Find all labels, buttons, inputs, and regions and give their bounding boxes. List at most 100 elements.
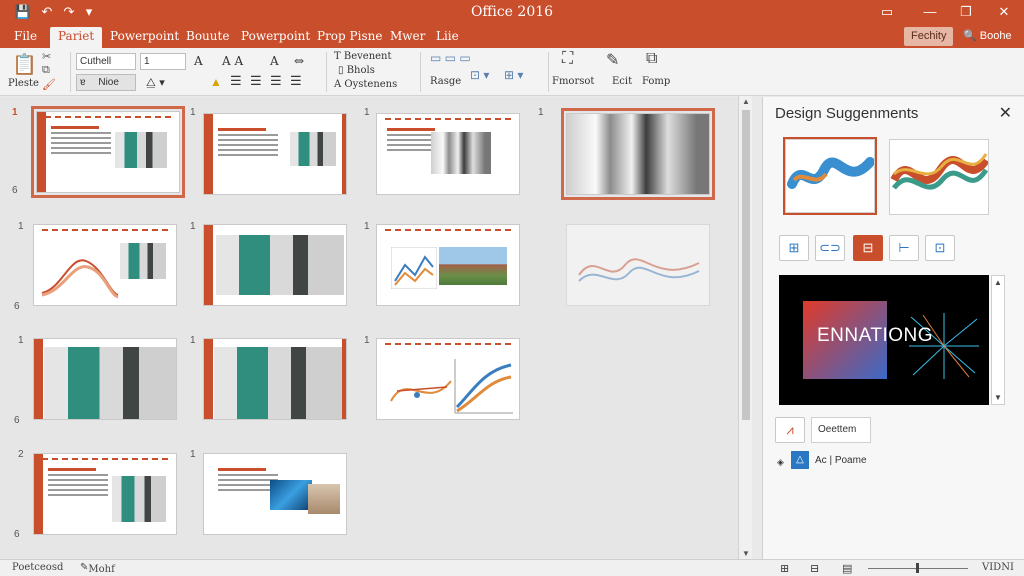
select-icon[interactable]: ⧉: [646, 50, 657, 68]
notes-button[interactable]: ✎ Mohf: [80, 562, 115, 575]
slide-photo: [439, 247, 507, 285]
design-preview[interactable]: ENNATIONG: [779, 275, 989, 405]
slide-accent: [34, 454, 43, 534]
slide-thumbnail[interactable]: [376, 224, 520, 306]
clear-format-icon[interactable]: A: [270, 54, 279, 68]
scroll-up-icon[interactable]: ▲: [739, 97, 753, 106]
sorter-scrollbar[interactable]: ▲ ▼: [738, 96, 752, 559]
share-button[interactable]: 🔍 Boohe: [956, 27, 1019, 46]
slide-thumbnail[interactable]: [561, 108, 715, 200]
tab-insert[interactable]: Powerpoint: [102, 27, 187, 48]
slide-text: [218, 468, 278, 494]
preview-scrollbar[interactable]: ▲ ▼: [991, 275, 1005, 405]
ribbon: 📋 Pleste ✂ ⧉ 🖌 Cuthell 1 A A A A ⇔ ɐ Nio…: [0, 48, 1024, 96]
slide-text: [48, 468, 108, 499]
edit-button[interactable]: Ecit: [612, 76, 632, 87]
arrange-icon[interactable]: ⊡ ▾: [470, 68, 489, 82]
align-right-icon[interactable]: ☰: [270, 74, 282, 89]
slide-thumbnail[interactable]: [203, 224, 347, 306]
tab-transitions[interactable]: Powerpoint: [233, 27, 318, 48]
align-center-icon[interactable]: ☰: [250, 74, 262, 89]
font-name-select[interactable]: Cuthell: [76, 53, 136, 70]
sorter-view-icon[interactable]: ⊟: [810, 562, 819, 575]
increase-font-icon[interactable]: A: [194, 54, 203, 68]
paste-icon[interactable]: 📋: [12, 52, 37, 77]
tab-review[interactable]: Mwer: [382, 27, 433, 48]
layout-option-icon[interactable]: ⊡: [925, 235, 955, 261]
normal-view-icon[interactable]: ⊞: [780, 562, 789, 575]
quick-styles-icon[interactable]: ⊞ ▾: [504, 68, 523, 82]
preview-scroll-down-icon[interactable]: ▼: [992, 393, 1004, 402]
option-button[interactable]: Oeettem: [811, 417, 871, 443]
layout-option-icon[interactable]: ⊢: [889, 235, 919, 261]
find-button[interactable]: Fmorsot: [552, 76, 594, 87]
design-idea-card[interactable]: [889, 139, 990, 215]
slide-photo: [308, 484, 340, 514]
shapes-button[interactable]: Rasge: [430, 76, 461, 87]
replace-icon[interactable]: ✎: [606, 50, 619, 70]
highlight-icon[interactable]: ▲: [210, 75, 222, 89]
slide-thumbnail[interactable]: [33, 453, 177, 535]
paste-button[interactable]: Pleste: [8, 78, 39, 89]
slide-border: [385, 343, 511, 346]
reading-view-icon[interactable]: ▤: [842, 562, 852, 575]
bold-label: ɐ: [80, 77, 86, 88]
layout-option-icon[interactable]: ⊟: [853, 235, 883, 261]
align-text-button[interactable]: ▯ Bhols: [338, 65, 375, 76]
cut-icon[interactable]: ✂: [42, 50, 51, 63]
chart-style-icon[interactable]: ⩘: [775, 417, 805, 443]
slide-number: 1: [190, 335, 196, 346]
close-icon[interactable]: ✕: [990, 2, 1018, 22]
tab-view[interactable]: Liie: [428, 27, 467, 48]
copy-icon[interactable]: ⧉: [42, 64, 50, 77]
text-direction-button[interactable]: T Bevenent: [334, 51, 392, 62]
zoom-slider-thumb[interactable]: [916, 563, 919, 573]
justify-icon[interactable]: ☰: [290, 74, 302, 89]
slide-border: [385, 229, 511, 232]
preview-scroll-up-icon[interactable]: ▲: [992, 278, 1004, 287]
tab-home[interactable]: Pariet: [50, 27, 103, 48]
slide-thumbnail[interactable]: [376, 338, 520, 420]
find-icon[interactable]: ⛶: [562, 50, 573, 68]
shape-icon[interactable]: △: [791, 451, 809, 469]
ribbon-display-options-icon[interactable]: ▭: [873, 2, 901, 22]
slide-thumbnail[interactable]: [376, 113, 520, 195]
layout-option-icon[interactable]: ⊂⊃: [815, 235, 845, 261]
maximize-icon[interactable]: ❐: [952, 2, 980, 22]
close-pane-icon[interactable]: ✕: [999, 103, 1012, 123]
slide-thumbnail[interactable]: [33, 224, 177, 306]
slide-thumbnail[interactable]: [203, 113, 347, 195]
tab-file[interactable]: File: [6, 27, 45, 48]
slide-thumbnail[interactable]: [203, 338, 347, 420]
option-label[interactable]: Ac | Poame: [815, 455, 867, 466]
slide-thumbnail[interactable]: [203, 453, 347, 535]
bold-italic-group[interactable]: ɐ Nioe: [76, 74, 136, 91]
scrollbar-thumb[interactable]: [742, 110, 750, 420]
ribbon-separator: [420, 52, 421, 92]
slide-diagram: [390, 359, 513, 414]
font-size-select[interactable]: 1: [140, 53, 186, 70]
char-spacing-icon[interactable]: ⇔: [294, 54, 304, 68]
shapes-gallery-icon[interactable]: ▭ ▭ ▭: [430, 51, 471, 65]
tab-animations[interactable]: Prop Pisne: [309, 27, 390, 48]
format-painter-icon[interactable]: 🖌: [42, 78, 56, 91]
slide-accent: [34, 339, 43, 419]
underline-icon[interactable]: ⧋ ▾: [146, 76, 165, 90]
minimize-icon[interactable]: —: [916, 2, 944, 22]
smartart-button[interactable]: A Oystenens: [334, 79, 397, 90]
form-button[interactable]: Fomp: [642, 76, 670, 87]
align-text-label: Bhols: [346, 65, 375, 76]
layout-option-icon[interactable]: ⊞: [779, 235, 809, 261]
decrease-font-icon[interactable]: A A: [222, 54, 243, 68]
slide-border: [385, 118, 511, 121]
zoom-level[interactable]: VIDNI: [982, 562, 1014, 573]
fechity-button[interactable]: Fechity: [904, 27, 954, 46]
italic-label: Nioe: [98, 77, 119, 88]
design-idea-card[interactable]: [783, 137, 877, 215]
slide-thumbnail[interactable]: [566, 224, 710, 306]
slide-thumbnail[interactable]: [33, 338, 177, 420]
scroll-down-icon[interactable]: ▼: [739, 549, 753, 558]
align-left-icon[interactable]: ☰: [230, 74, 242, 89]
tab-design[interactable]: Bouute: [178, 27, 237, 48]
slide-thumbnail[interactable]: [31, 106, 185, 198]
